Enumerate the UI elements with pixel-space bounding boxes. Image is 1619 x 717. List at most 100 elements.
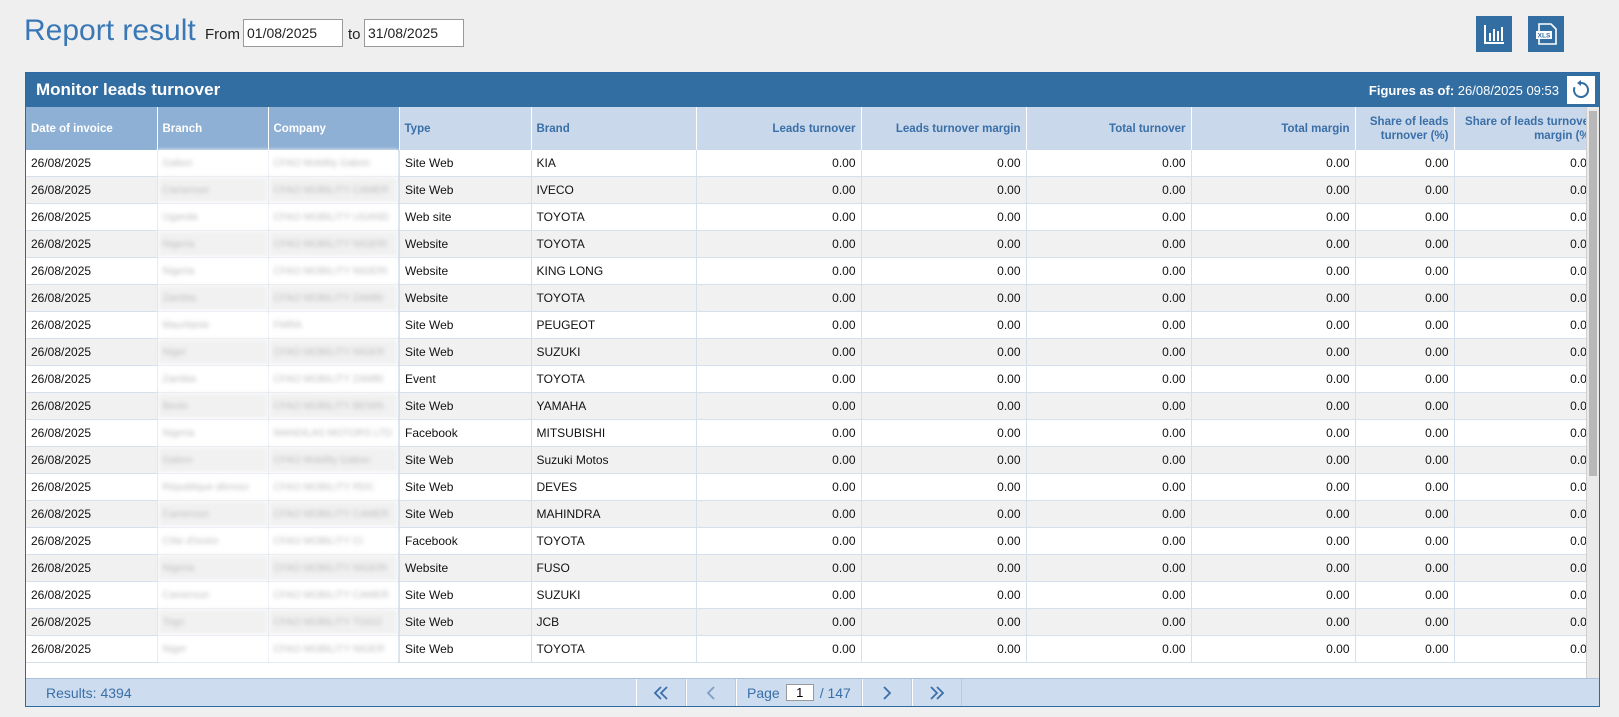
cell-total-turnover: 0.00 [1026,284,1192,312]
cell-total-margin: 0.00 [1191,581,1356,609]
table-row[interactable]: 26/08/2025 Nigeria CFAO MOBILITY NIGERI Web… [26,257,1599,285]
cell-branch: République démocr [157,473,269,501]
cell-total-turnover: 0.00 [1026,473,1192,501]
cell-company: CFAO MOBILITY ZAMBI [268,365,400,393]
cell-share-leads-turnover-margin: 0.00 [1454,608,1599,636]
cell-share-leads-turnover: 0.00 [1355,500,1455,528]
table-row[interactable]: 26/08/2025 Zambia CFAO MOBILITY ZAMBI Websi… [26,284,1599,312]
cell-branch: Niger [157,635,269,663]
cell-share-leads-turnover-margin: 0.00 [1454,284,1599,312]
cell-total-turnover: 0.00 [1026,311,1192,339]
col-total-margin[interactable]: Total margin [1191,107,1356,150]
to-date-input[interactable] [364,19,464,47]
from-date-input[interactable] [243,19,343,47]
col-type[interactable]: Type [399,107,532,150]
table-row[interactable]: 26/08/2025 Niger CFAO MOBILITY NIGER Site W… [26,635,1599,663]
cell-date-of-invoice: 26/08/2025 [26,608,158,636]
col-brand[interactable]: Brand [531,107,697,150]
cell-leads-turnover-margin: 0.00 [861,338,1027,366]
cell-branch: Cameroun [157,176,269,204]
cell-total-margin: 0.00 [1191,176,1356,204]
table-row[interactable]: 26/08/2025 Cameroun CFAO MOBILITY CAMER Sit… [26,176,1599,204]
cell-date-of-invoice: 26/08/2025 [26,446,158,474]
cell-brand: TOYOTA [531,284,697,312]
figures-label: Figures as of: [1368,83,1455,98]
cell-leads-turnover-margin: 0.00 [861,635,1027,663]
pager: Page / 147 [636,679,962,706]
table-row[interactable]: 26/08/2025 Cameroun CFAO MOBILITY CAMER Sit… [26,500,1599,528]
page-total: / 147 [819,684,851,701]
table-row[interactable]: 26/08/2025 Zambia CFAO MOBILITY ZAMBI Event… [26,365,1599,393]
table-row[interactable]: 26/08/2025 Togo CFAO MOBILITY TOGO Site Web… [26,608,1599,636]
col-leads-turnover[interactable]: Leads turnover [696,107,862,150]
table-row[interactable]: 26/08/2025 République démocr CFAO MOBILITY… [26,473,1599,501]
first-page-button[interactable] [636,679,686,706]
col-branch[interactable]: Branch [157,107,269,150]
col-share-leads-turnover-margin[interactable]: Share of leads turnover margin (%) [1454,107,1599,150]
cell-leads-turnover: 0.00 [696,419,862,447]
table-row[interactable]: 26/08/2025 Mauritanie FMRA Site Web PEUGEOT 0… [26,311,1599,339]
col-company[interactable]: Company [268,107,400,150]
col-total-turnover[interactable]: Total turnover [1026,107,1192,150]
cell-total-turnover: 0.00 [1026,176,1192,204]
vertical-scrollbar[interactable] [1586,107,1599,679]
table-row[interactable]: 26/08/2025 Benin CFAO MOBILITY BENIN Site W… [26,392,1599,420]
table-row[interactable]: 26/08/2025 Gabon CFAO Mobility Gabon Site W… [26,446,1599,474]
table-row[interactable]: 26/08/2025 Côte d'Ivoire CFAO MOBILITY CI F… [26,527,1599,555]
cell-share-leads-turnover-margin: 0.00 [1454,635,1599,663]
cell-company: CFAO MOBILITY NIGERI [268,230,400,258]
col-leads-turnover-margin[interactable]: Leads turnover margin [861,107,1027,150]
cell-share-leads-turnover: 0.00 [1355,446,1455,474]
next-page-button[interactable] [861,679,912,706]
cell-share-leads-turnover-margin: 0.00 [1454,230,1599,258]
page-number-input[interactable] [785,684,814,701]
refresh-button[interactable] [1567,76,1595,104]
table-row[interactable]: 26/08/2025 Niger CFAO MOBILITY NIGER Site W… [26,338,1599,366]
table-row[interactable]: 26/08/2025 Gabon CFAO Mobility Gabon Site W… [26,150,1599,177]
table-row[interactable]: 26/08/2025 Nigeria MANDILAS MOTORS LTD Face… [26,419,1599,447]
cell-branch: Nigeria [157,554,269,582]
cell-share-leads-turnover-margin: 0.00 [1454,338,1599,366]
cell-company: CFAO MOBILITY TOGO [268,608,400,636]
report-grid: Date of invoice Branch Company Type Bran… [26,107,1599,679]
table-row[interactable]: 26/08/2025 Uganda CFAO MOBILITY UGAND Web s… [26,203,1599,231]
chart-button[interactable] [1476,16,1512,52]
cell-share-leads-turnover-margin: 0.00 [1454,500,1599,528]
cell-leads-turnover: 0.00 [696,311,862,339]
cell-date-of-invoice: 26/08/2025 [26,500,158,528]
cell-leads-turnover: 0.00 [696,284,862,312]
cell-share-leads-turnover: 0.00 [1355,608,1455,636]
cell-share-leads-turnover: 0.00 [1355,554,1455,582]
cell-company: CFAO MOBILITY NIGER [268,338,400,366]
col-date-of-invoice[interactable]: Date of invoice [26,107,158,150]
cell-leads-turnover: 0.00 [696,365,862,393]
cell-company: CFAO MOBILITY ZAMBI [268,284,400,312]
cell-brand: PEUGEOT [531,311,697,339]
cell-leads-turnover: 0.00 [696,527,862,555]
page-label: Page [747,684,780,701]
table-row[interactable]: 26/08/2025 Nigeria CFAO MOBILITY NIGERI Web… [26,230,1599,258]
cell-total-turnover: 0.00 [1026,608,1192,636]
cell-leads-turnover: 0.00 [696,581,862,609]
page-indicator: Page / 147 [736,679,862,706]
prev-page-button[interactable] [686,679,736,706]
cell-date-of-invoice: 26/08/2025 [26,419,158,447]
cell-brand: KIA [531,150,697,177]
last-page-button[interactable] [911,679,962,706]
cell-share-leads-turnover-margin: 0.00 [1454,257,1599,285]
table-row[interactable]: 26/08/2025 Cameroun CFAO MOBILITY CAMER Sit… [26,581,1599,609]
xls-export-button[interactable]: XLS [1528,16,1564,52]
cell-leads-turnover: 0.00 [696,446,862,474]
cell-company: CFAO Mobility Gabon [268,446,400,474]
cell-total-turnover: 0.00 [1026,365,1192,393]
col-share-leads-turnover[interactable]: Share of leads turnover (%) [1355,107,1455,150]
panel-title: Monitor leads turnover [36,80,221,99]
cell-branch: Togo [157,608,269,636]
cell-share-leads-turnover-margin: 0.00 [1454,554,1599,582]
scrollbar-thumb[interactable] [1589,111,1597,476]
table-row[interactable]: 26/08/2025 Nigeria CFAO MOBILITY NIGERI Web… [26,554,1599,582]
cell-brand: MAHINDRA [531,500,697,528]
figures-as-of: Figures as of: 26/08/2025 09:53 [1369,83,1559,98]
cell-company: MANDILAS MOTORS LTD [268,419,400,447]
cell-total-turnover: 0.00 [1026,554,1192,582]
